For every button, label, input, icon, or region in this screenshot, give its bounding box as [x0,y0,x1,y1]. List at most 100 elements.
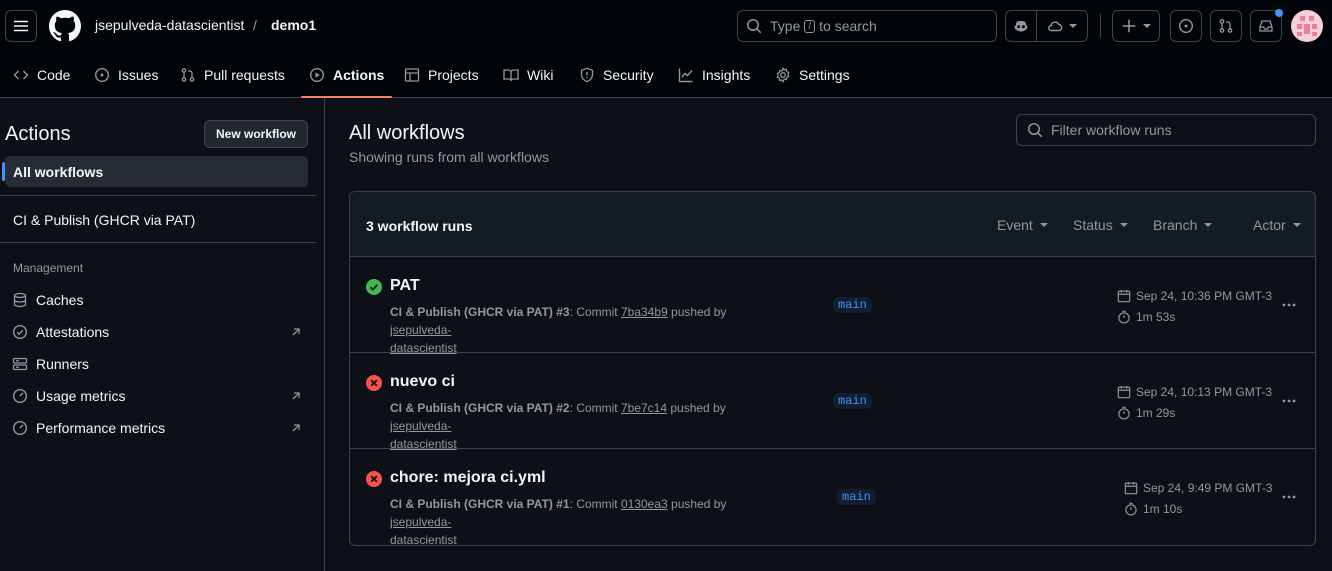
run-duration: 1m 29s [1117,406,1175,420]
new-workflow-button[interactable]: New workflow [204,120,308,148]
actions-sidebar: Actions New workflow All workflows CI & … [0,98,325,571]
commit-link[interactable]: 7be7c14 [621,401,667,415]
status-filter[interactable]: Status [1073,217,1128,233]
commit-label: Commit [576,497,618,511]
pushed-by-label: pushed by [671,497,727,511]
issue-icon [1178,18,1194,34]
tab-label: Insights [702,67,751,83]
branch-label[interactable]: main [837,489,876,505]
search-prefix: Type [770,18,801,34]
commit-link[interactable]: 0130ea3 [621,497,668,511]
management-heading: Management [13,261,84,275]
tab-label: Pull requests [204,67,285,83]
tab-label: Wiki [527,67,554,83]
tab-actions[interactable]: Actions [300,52,393,98]
tab-settings[interactable]: Settings [775,52,850,98]
tab-label: Issues [118,67,159,83]
external-link-icon [292,392,300,400]
pushed-by-label: pushed by [671,305,727,319]
avatar[interactable] [1291,10,1323,42]
run-options-button[interactable] [1279,295,1299,315]
github-logo-icon[interactable] [49,10,81,42]
run-duration-text: 1m 53s [1136,310,1176,324]
meter-icon [12,388,28,404]
sidebar-item-usage-metrics[interactable]: Usage metrics [12,385,302,407]
workflow-run-row[interactable]: nuevo ci CI & Publish (GHCR via PAT) #2:… [350,353,1315,451]
verified-icon [12,324,28,340]
run-date: Sep 24, 9:49 PM GMT-3 [1124,481,1272,495]
menu-button[interactable] [5,10,37,42]
user-link[interactable]: jsepulveda- [390,323,451,337]
user-link[interactable]: datascientist [390,533,457,545]
commit-link[interactable]: 7ba34b9 [621,305,668,319]
user-link[interactable]: jsepulveda- [390,419,451,433]
repo-link[interactable]: demo1 [271,17,316,33]
run-number: #3 [556,305,570,319]
sidebar-item-attestations[interactable]: Attestations [12,321,302,343]
stopwatch-icon [1125,502,1137,516]
run-date-text: Sep 24, 10:36 PM GMT-3 [1136,289,1273,303]
codespaces-dropdown[interactable] [1036,10,1088,42]
filter-runs-input[interactable]: Filter workflow runs [1016,114,1316,146]
issues-button[interactable] [1170,10,1202,42]
run-title[interactable]: PAT [390,277,420,295]
external-link-icon [292,328,300,336]
sidebar-item-workflow[interactable]: CI & Publish (GHCR via PAT) [13,212,195,228]
tab-pull-requests[interactable]: Pull requests [180,52,285,98]
actor-filter[interactable]: Actor [1253,217,1301,233]
chevron-down-icon [1039,223,1048,227]
tab-label: Projects [428,67,479,83]
run-date-text: Sep 24, 9:49 PM GMT-3 [1143,481,1273,495]
global-search-input[interactable]: Type / to search [737,10,997,42]
run-number: #2 [556,401,570,415]
tab-insights[interactable]: Insights [678,52,750,98]
workflow-run-row[interactable]: PAT CI & Publish (GHCR via PAT) #3: Comm… [350,257,1315,355]
sidebar-item-runners[interactable]: Runners [12,353,302,375]
pushed-by-label: pushed by [670,401,726,415]
issue-icon [94,67,110,83]
sidebar-item-label: Performance metrics [36,420,166,436]
pull-request-icon [181,68,195,82]
global-header: jsepulveda-datascientist / demo1 Type / … [0,0,1332,52]
tab-label: Code [37,67,71,83]
shield-icon [580,67,594,83]
sidebar-item-performance-metrics[interactable]: Performance metrics [12,417,302,439]
pull-requests-button[interactable] [1210,10,1242,42]
plus-icon [1122,19,1136,33]
branch-label[interactable]: main [833,393,872,409]
branch-filter[interactable]: Branch [1153,217,1213,233]
copilot-button[interactable] [1005,10,1037,42]
sidebar-item-label: Caches [36,292,84,308]
run-meta: CI & Publish (GHCR via PAT) #1: Commit 0… [390,497,727,546]
run-duration: 1m 10s [1124,502,1182,516]
tab-issues[interactable]: Issues [94,52,158,98]
breadcrumb-separator: / [253,17,257,33]
divider [0,195,316,196]
run-workflow-name: CI & Publish (GHCR via PAT) [390,497,553,511]
run-title[interactable]: chore: mejora ci.yml [390,469,546,487]
tab-security[interactable]: Security [579,52,654,98]
tab-wiki[interactable]: Wiki [503,52,553,98]
sidebar-item-caches[interactable]: Caches [12,289,302,311]
stopwatch-icon [1118,406,1130,420]
tab-code[interactable]: Code [13,52,70,98]
owner-link[interactable]: jsepulveda-datascientist [95,17,244,33]
create-new-dropdown[interactable] [1112,10,1160,42]
event-filter[interactable]: Event [997,217,1048,233]
tab-projects[interactable]: Projects [404,52,479,98]
stopwatch-icon [1118,310,1130,324]
tab-label: Actions [333,67,385,83]
sidebar-item-all-workflows[interactable]: All workflows [2,156,308,187]
run-options-button[interactable] [1279,391,1299,411]
run-options-button[interactable] [1279,487,1299,507]
header-divider [1100,14,1101,38]
workflow-run-row[interactable]: chore: mejora ci.yml CI & Publish (GHCR … [350,449,1315,545]
table-icon [404,68,420,82]
run-duration-text: 1m 10s [1143,502,1183,516]
run-title[interactable]: nuevo ci [390,373,455,391]
inbox-icon [1259,20,1273,32]
hamburger-icon [14,20,28,32]
copilot-icon [1014,21,1028,32]
branch-label[interactable]: main [833,297,872,313]
user-link[interactable]: jsepulveda- [390,515,451,529]
